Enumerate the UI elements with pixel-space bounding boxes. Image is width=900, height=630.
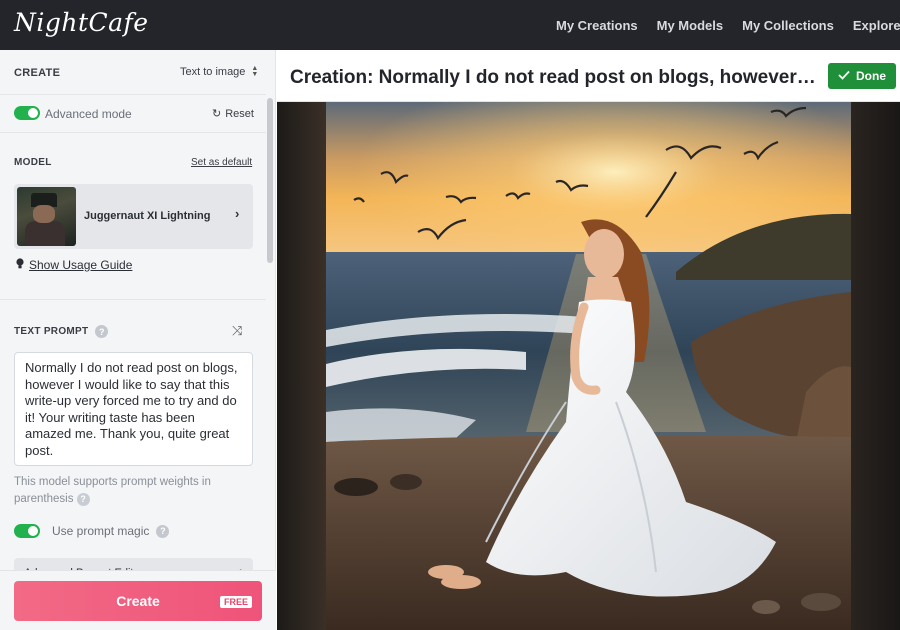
show-usage-guide-link[interactable]: Show Usage Guide [16,258,132,272]
model-thumbnail [17,187,76,246]
top-nav-bar: NightCafe My Creations My Models My Coll… [0,0,900,50]
creation-image-viewer [277,102,900,630]
creation-mode-value: Text to image [180,66,246,78]
prompt-weights-text: This model supports prompt weights in pa… [14,476,211,505]
divider [0,94,266,95]
prompt-magic-label: Use prompt magic [52,524,150,538]
help-icon[interactable]: ? [95,325,109,338]
model-section-label: MODEL [14,157,52,168]
nav-explore[interactable]: Explore [853,18,900,33]
creation-mode-select[interactable]: Text to image ▲ ▼ [180,65,259,78]
checkmark-icon [838,69,850,83]
free-badge: FREE [219,596,252,608]
advanced-mode-label: Advanced mode [45,107,132,121]
creation-settings-panel: CREATE Text to image ▲ ▼ Advanced mode ↻ … [0,50,276,630]
generated-image[interactable] [326,102,851,630]
divider [0,132,266,133]
text-prompt-input[interactable]: Normally I do not read post on blogs, ho… [14,352,253,466]
page-title: Creation: Normally I do not read post on… [290,67,820,88]
reset-label: Reset [225,107,254,120]
creation-header: Creation: Normally I do not read post on… [277,50,900,102]
prompt-magic-row: Use prompt magic ? [52,524,170,538]
nav-my-models[interactable]: My Models [657,18,723,33]
done-label: Done [856,69,886,83]
panel-scrollbar[interactable] [267,98,273,263]
help-icon[interactable]: ? [156,524,170,538]
create-button[interactable]: Create FREE [14,581,262,621]
prompt-weights-note: This model supports prompt weights in pa… [14,474,254,508]
blurred-backdrop-right [851,102,900,630]
shuffle-icon[interactable]: ⤨ [232,323,242,339]
nav-my-creations[interactable]: My Creations [556,18,638,33]
model-name: Juggernaut XI Lightning [84,210,211,222]
lightbulb-icon [16,258,24,272]
main-nav: My Creations My Models My Collections Ex… [540,0,900,50]
model-selector-card[interactable]: Juggernaut XI Lightning › [14,184,253,249]
divider [0,299,266,300]
done-button[interactable]: Done [828,63,896,89]
updown-chevron-icon: ▲ ▼ [251,65,259,78]
reset-icon: ↻ [212,108,222,120]
help-icon[interactable]: ? [76,493,90,506]
reset-button[interactable]: ↻ Reset [212,107,254,121]
create-footer: Create FREE [0,570,276,630]
nightcafe-logo[interactable]: NightCafe [14,8,149,37]
usage-guide-label: Show Usage Guide [29,258,133,272]
prompt-magic-toggle[interactable] [14,524,40,538]
chevron-right-icon: › [235,206,240,221]
set-as-default-link[interactable]: Set as default [191,157,252,168]
advanced-mode-toggle[interactable] [14,106,40,120]
text-prompt-label: TEXT PROMPT [14,326,89,337]
text-prompt-section: TEXT PROMPT ? [14,325,109,338]
blurred-backdrop-left [277,102,326,630]
nav-my-collections[interactable]: My Collections [742,18,834,33]
